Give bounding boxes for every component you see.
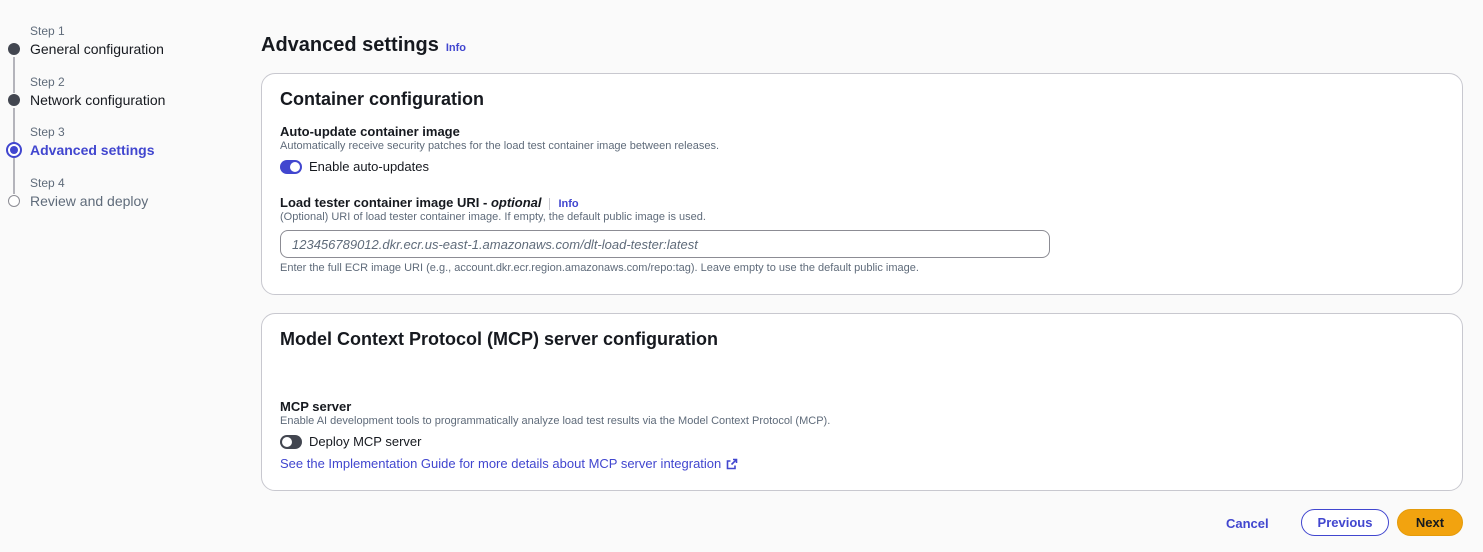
auto-update-toggle-row[interactable]: Enable auto-updates: [280, 159, 429, 174]
mcp-toggle-row[interactable]: Deploy MCP server: [280, 434, 421, 449]
auto-update-toggle[interactable]: [280, 159, 302, 174]
image-uri-label-text: Load tester container image URI -: [280, 195, 491, 210]
image-uri-hint: Enter the full ECR image URI (e.g., acco…: [280, 262, 919, 274]
image-uri-label: Load tester container image URI - option…: [280, 195, 579, 210]
optional-tag: optional: [490, 195, 542, 210]
image-uri-input[interactable]: [280, 230, 1050, 258]
step-number: Step 2: [30, 74, 65, 89]
wizard-step-1[interactable]: Step 1 General configuration: [0, 18, 230, 93]
auto-update-label: Auto-update container image: [280, 124, 460, 139]
wizard-page: Step 1 General configuration Step 2 Netw…: [0, 0, 1483, 552]
auto-update-toggle-label: Enable auto-updates: [309, 159, 429, 174]
mcp-server-label: MCP server: [280, 399, 352, 414]
page-title: Advanced settings: [261, 34, 439, 56]
step-number: Step 1: [30, 24, 65, 38]
info-link[interactable]: Info: [446, 42, 466, 54]
step-number: Step 3: [30, 125, 65, 139]
mcp-server-description: Enable AI development tools to programma…: [280, 415, 831, 427]
wizard-step-2[interactable]: Step 2 Network configuration: [0, 69, 230, 144]
label-separator: [549, 197, 551, 210]
step-current-icon: [6, 142, 22, 158]
mcp-server-toggle[interactable]: [280, 434, 302, 449]
step-completed-icon: [8, 93, 20, 106]
panel-title: Container configuration: [280, 89, 484, 109]
toggle-knob: [282, 436, 292, 447]
toggle-knob: [290, 161, 300, 172]
implementation-guide-link[interactable]: See the Implementation Guide for more de…: [280, 456, 738, 471]
step-label: Network configuration: [30, 91, 166, 108]
mcp-toggle-label: Deploy MCP server: [309, 434, 422, 449]
auto-update-description: Automatically receive security patches f…: [280, 140, 720, 152]
wizard-step-4: Step 4 Review and deploy: [0, 170, 230, 221]
image-uri-info-link[interactable]: Info: [558, 198, 578, 210]
step-completed-icon: [8, 43, 20, 55]
previous-button[interactable]: Previous: [1301, 509, 1389, 536]
step-label: Advanced settings: [30, 142, 155, 158]
mcp-configuration-panel: Model Context Protocol (MCP) server conf…: [261, 313, 1463, 491]
wizard-navigation: Step 1 General configuration Step 2 Netw…: [0, 18, 230, 220]
step-upcoming-icon: [8, 194, 20, 207]
next-button[interactable]: Next: [1397, 509, 1463, 536]
external-link-icon: [726, 458, 738, 469]
step-label: General configuration: [30, 41, 164, 57]
cancel-button[interactable]: Cancel: [1226, 513, 1269, 533]
step-number: Step 4: [30, 175, 65, 190]
page-header: Advanced settings Info: [261, 34, 466, 57]
step-label: Review and deploy: [30, 192, 149, 209]
panel-title: Model Context Protocol (MCP) server conf…: [280, 329, 719, 349]
implementation-guide-link-text: See the Implementation Guide for more de…: [280, 456, 722, 471]
wizard-step-3: Step 3 Advanced settings: [0, 119, 230, 194]
image-uri-description: (Optional) URI of load tester container …: [280, 211, 706, 223]
container-configuration-panel: Container configuration Auto-update cont…: [261, 73, 1463, 295]
